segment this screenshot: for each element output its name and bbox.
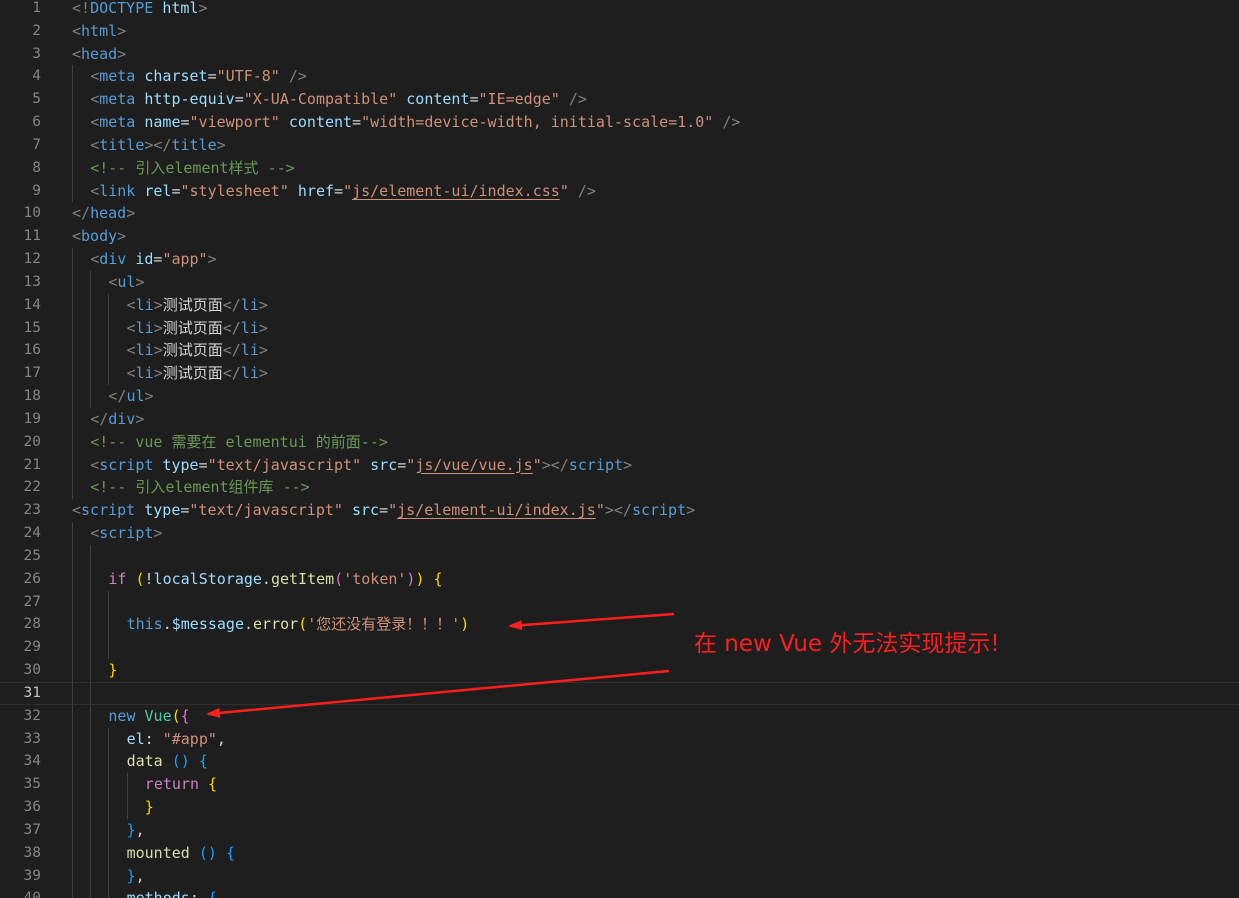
annotation-arrows [206, 612, 675, 718]
arrow-to-message-error [508, 612, 675, 631]
arrow-to-new-vue [206, 669, 670, 718]
